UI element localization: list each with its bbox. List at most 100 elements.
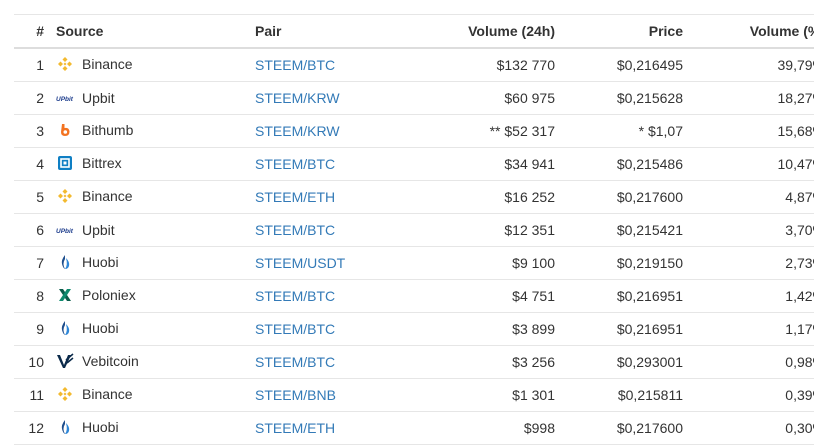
pair-link[interactable]: STEEM/ETH xyxy=(255,189,335,205)
header-volume-pct[interactable]: Volume (%) xyxy=(691,14,814,49)
header-pair[interactable]: Pair xyxy=(255,14,405,49)
volume-pct-cell: 0,30% xyxy=(691,411,814,445)
source-cell[interactable]: Bittrex xyxy=(56,147,255,181)
binance-icon xyxy=(56,385,74,403)
source-name[interactable]: Poloniex xyxy=(82,287,136,303)
table-row: 1 Binance STEEM/BTC $132 770$0,21649539,79% xyxy=(14,47,814,82)
volume-cell: $9 100 xyxy=(405,246,563,280)
pair-cell: STEEM/BTC xyxy=(255,147,405,181)
source-cell[interactable]: Binance xyxy=(56,180,255,214)
pair-link[interactable]: STEEM/BTC xyxy=(255,57,335,73)
huobi-icon xyxy=(56,253,74,271)
volume-cell: $16 252 xyxy=(405,180,563,214)
pair-cell: STEEM/ETH xyxy=(255,180,405,214)
source-name[interactable]: Vebitcoin xyxy=(82,353,139,369)
price-cell: $0,216951 xyxy=(563,279,691,313)
pair-link[interactable]: STEEM/ETH xyxy=(255,420,335,436)
row-number: 10 xyxy=(14,345,56,379)
pair-link[interactable]: STEEM/KRW xyxy=(255,123,340,139)
huobi-icon xyxy=(56,418,74,436)
volume-cell: $4 751 xyxy=(405,279,563,313)
volume-cell: $60 975 xyxy=(405,81,563,115)
source-cell[interactable]: Binance xyxy=(56,47,255,82)
pair-cell: STEEM/KRW xyxy=(255,114,405,148)
markets-table: # Source Pair Volume (24h) Price Volume … xyxy=(14,14,814,445)
header-volume[interactable]: Volume (24h) xyxy=(405,14,563,49)
svg-text:UPbit: UPbit xyxy=(56,96,74,103)
pair-cell: STEEM/BTC xyxy=(255,345,405,379)
source-name[interactable]: Huobi xyxy=(82,254,119,270)
header-source[interactable]: Source xyxy=(56,14,255,49)
volume-pct-cell: 0,98% xyxy=(691,345,814,379)
price-cell: $0,215421 xyxy=(563,213,691,247)
pair-link[interactable]: STEEM/BNB xyxy=(255,387,336,403)
table-body: 1 Binance STEEM/BTC $132 770$0,21649539,79%… xyxy=(14,47,814,445)
volume-pct-cell: 3,70% xyxy=(691,213,814,247)
volume-pct-cell: 1,17% xyxy=(691,312,814,346)
table-row: 7 Huobi STEEM/USDT $9 100$0,2191502,73% xyxy=(14,246,814,280)
source-cell[interactable]: Huobi xyxy=(56,312,255,346)
row-number: 4 xyxy=(14,147,56,181)
pair-link[interactable]: STEEM/BTC xyxy=(255,156,335,172)
source-name[interactable]: Bithumb xyxy=(82,122,133,138)
table-row: 11 Binance STEEM/BNB $1 301$0,2158110,39% xyxy=(14,378,814,412)
source-name[interactable]: Huobi xyxy=(82,320,119,336)
source-cell[interactable]: Bithumb xyxy=(56,114,255,148)
volume-pct-cell: 4,87% xyxy=(691,180,814,214)
table-row: 10 Vebitcoin STEEM/BTC $3 256$0,2930010,98% xyxy=(14,345,814,379)
bittrex-icon xyxy=(56,154,74,172)
pair-link[interactable]: STEEM/BTC xyxy=(255,321,335,337)
source-cell[interactable]: Huobi xyxy=(56,411,255,445)
source-cell[interactable]: Poloniex xyxy=(56,279,255,313)
source-name[interactable]: Upbit xyxy=(82,222,115,238)
volume-pct-cell: 10,47% xyxy=(691,147,814,181)
source-cell[interactable]: Huobi xyxy=(56,246,255,280)
price-cell: $0,217600 xyxy=(563,411,691,445)
volume-cell: $1 301 xyxy=(405,378,563,412)
row-number: 1 xyxy=(14,47,56,82)
price-cell: $0,215628 xyxy=(563,81,691,115)
volume-pct-cell: 0,39% xyxy=(691,378,814,412)
source-name[interactable]: Binance xyxy=(82,188,133,204)
source-name[interactable]: Upbit xyxy=(82,90,115,106)
table-row: 6 UPbit Upbit STEEM/BTC $12 351 $0,215421 3,70… xyxy=(14,213,814,247)
source-cell[interactable]: UPbit Upbit xyxy=(56,81,255,115)
price-cell: $0,216951 xyxy=(563,312,691,346)
table-row: 4 Bittrex STEEM/BTC $34 941$0,21548610,47% xyxy=(14,147,814,181)
source-cell[interactable]: UPbit Upbit xyxy=(56,213,255,247)
volume-cell: $998 xyxy=(405,411,563,445)
price-cell: $0,216495 xyxy=(563,47,691,82)
source-cell[interactable]: Binance xyxy=(56,378,255,412)
header-row: # Source Pair Volume (24h) Price Volume … xyxy=(14,14,814,49)
source-name[interactable]: Huobi xyxy=(82,419,119,435)
vebitcoin-icon xyxy=(56,352,74,370)
pair-cell: STEEM/KRW xyxy=(255,81,405,115)
table-row: 3 Bithumb STEEM/KRW ** $52 317* $1,0715,68% xyxy=(14,114,814,148)
pair-cell: STEEM/BTC xyxy=(255,279,405,313)
volume-pct-cell: 15,68% xyxy=(691,114,814,148)
pair-link[interactable]: STEEM/BTC xyxy=(255,288,335,304)
row-number: 6 xyxy=(14,213,56,247)
pair-link[interactable]: STEEM/BTC xyxy=(255,222,335,238)
pair-cell: STEEM/BNB xyxy=(255,378,405,412)
price-cell: $0,293001 xyxy=(563,345,691,379)
upbit-icon: UPbit xyxy=(56,89,74,107)
pair-cell: STEEM/BTC xyxy=(255,213,405,247)
volume-cell: ** $52 317 xyxy=(405,114,563,148)
header-price[interactable]: Price xyxy=(563,14,691,49)
binance-icon xyxy=(56,187,74,205)
pair-link[interactable]: STEEM/KRW xyxy=(255,90,340,106)
table-row: 8 Poloniex STEEM/BTC $4 751$0,2169511,42% xyxy=(14,279,814,313)
source-name[interactable]: Binance xyxy=(82,386,133,402)
volume-cell: $132 770 xyxy=(405,47,563,82)
pair-link[interactable]: STEEM/BTC xyxy=(255,354,335,370)
table-header: # Source Pair Volume (24h) Price Volume … xyxy=(14,14,814,49)
table-row: 12 Huobi STEEM/ETH $998$0,2176000,30% xyxy=(14,411,814,445)
row-number: 5 xyxy=(14,180,56,214)
source-cell[interactable]: Vebitcoin xyxy=(56,345,255,379)
table-row: 9 Huobi STEEM/BTC $3 899$0,2169511,17% xyxy=(14,312,814,346)
volume-pct-cell: 2,73% xyxy=(691,246,814,280)
pair-link[interactable]: STEEM/USDT xyxy=(255,255,345,271)
source-name[interactable]: Bittrex xyxy=(82,155,122,171)
source-name[interactable]: Binance xyxy=(82,56,133,72)
